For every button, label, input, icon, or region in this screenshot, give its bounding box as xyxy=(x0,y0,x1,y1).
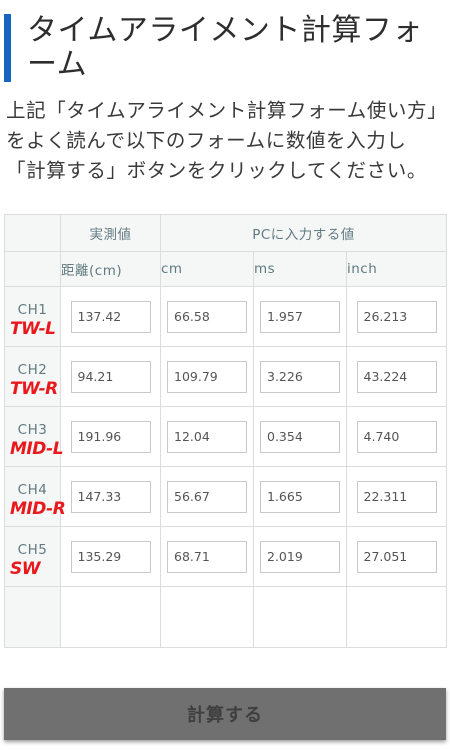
ms-cell xyxy=(253,466,347,527)
empty-cell xyxy=(253,586,347,648)
inch-cell xyxy=(345,286,448,347)
table-row: CH2 TW-R xyxy=(4,346,448,407)
group-header-row: 実測値 PCに入力する値 xyxy=(4,214,448,252)
cm-header: cm xyxy=(160,251,254,287)
ms-output[interactable] xyxy=(260,300,340,333)
channel-note: MID-L xyxy=(10,439,64,459)
ms-output[interactable] xyxy=(260,360,340,393)
cm-output[interactable] xyxy=(167,540,247,573)
distance-cell xyxy=(60,526,161,587)
page-title: タイムアライメント計算フォーム xyxy=(27,13,423,82)
inch-cell xyxy=(345,466,448,527)
channel-label: CH1 xyxy=(17,302,48,318)
ms-output[interactable] xyxy=(260,420,340,453)
ms-cell xyxy=(253,346,347,407)
channel-label: CH3 xyxy=(17,422,48,438)
inch-cell xyxy=(345,406,448,467)
distance-cell xyxy=(60,466,161,527)
channel-note: TW-L xyxy=(10,319,56,339)
distance-header: 距離(cm) xyxy=(60,251,161,287)
table-row: CH3 MID-L xyxy=(4,406,448,467)
distance-cell xyxy=(60,406,161,467)
cm-output[interactable] xyxy=(167,420,247,453)
intro-text: 上記「タイムアライメント計算フォーム使い方」をよく読んで以下のフォームに数値を入… xyxy=(6,99,438,182)
channel-label: CH2 xyxy=(17,362,48,378)
ms-cell xyxy=(253,406,347,467)
empty-cell xyxy=(60,586,161,648)
distance-cell xyxy=(60,286,161,347)
ms-header: ms xyxy=(253,251,347,287)
distance-input[interactable] xyxy=(70,300,151,333)
inch-output[interactable] xyxy=(356,360,437,393)
cm-output[interactable] xyxy=(167,360,247,393)
empty-cell xyxy=(345,586,448,648)
channel-label: CH5 xyxy=(17,542,48,558)
cm-cell xyxy=(160,406,254,467)
channel-cell: CH4 MID-R xyxy=(4,466,66,527)
calculate-button[interactable]: 計算する xyxy=(4,688,446,740)
channel-cell: CH1 TW-L xyxy=(4,286,61,347)
calculation-table: 実測値 PCに入力する値 距離(cm) cm ms inch CH1 TW-L … xyxy=(4,214,448,648)
cm-cell xyxy=(160,286,254,347)
column-header-row: 距離(cm) cm ms inch xyxy=(4,251,448,287)
cm-cell xyxy=(160,346,254,407)
inch-output[interactable] xyxy=(356,480,437,513)
cm-cell xyxy=(160,466,254,527)
corner-cell xyxy=(4,251,61,287)
channel-label: CH4 xyxy=(17,482,48,498)
table-row: CH1 TW-L xyxy=(4,286,448,347)
channel-note: TW-R xyxy=(10,379,58,399)
title-block: タイムアライメント計算フォーム xyxy=(4,14,444,82)
channel-note: SW xyxy=(10,559,41,579)
inch-cell xyxy=(345,346,448,407)
distance-input[interactable] xyxy=(70,540,151,573)
distance-input[interactable] xyxy=(70,480,151,513)
ms-output[interactable] xyxy=(260,540,340,573)
pc-input-header: PCに入力する値 xyxy=(159,214,448,252)
inch-output[interactable] xyxy=(356,540,437,573)
cm-cell xyxy=(160,526,254,587)
measured-header: 実測値 xyxy=(60,214,161,252)
channel-cell: CH2 TW-R xyxy=(4,346,61,407)
cm-output[interactable] xyxy=(167,300,247,333)
channel-cell-empty xyxy=(4,586,61,648)
ms-cell xyxy=(253,526,347,587)
empty-cell xyxy=(160,586,254,648)
channel-cell: CH3 MID-L xyxy=(4,406,64,467)
inch-output[interactable] xyxy=(356,300,437,333)
table-row: CH4 MID-R xyxy=(4,466,448,527)
ms-cell xyxy=(253,286,347,347)
table-row: CH5 SW xyxy=(4,526,448,587)
channel-cell: CH5 SW xyxy=(4,526,61,587)
ms-output[interactable] xyxy=(260,480,340,513)
channel-note: MID-R xyxy=(10,499,66,519)
distance-input[interactable] xyxy=(70,360,151,393)
distance-input[interactable] xyxy=(70,420,151,453)
inch-output[interactable] xyxy=(356,420,437,453)
table-row-empty xyxy=(4,586,448,648)
inch-header: inch xyxy=(345,251,448,287)
cm-output[interactable] xyxy=(167,480,247,513)
distance-cell xyxy=(60,346,161,407)
corner-cell xyxy=(4,214,61,252)
page: タイムアライメント計算フォーム 上記「タイムアライメント計算フォーム使い方」をよ… xyxy=(0,0,450,750)
title-accent-bar xyxy=(4,14,11,82)
inch-cell xyxy=(345,526,448,587)
